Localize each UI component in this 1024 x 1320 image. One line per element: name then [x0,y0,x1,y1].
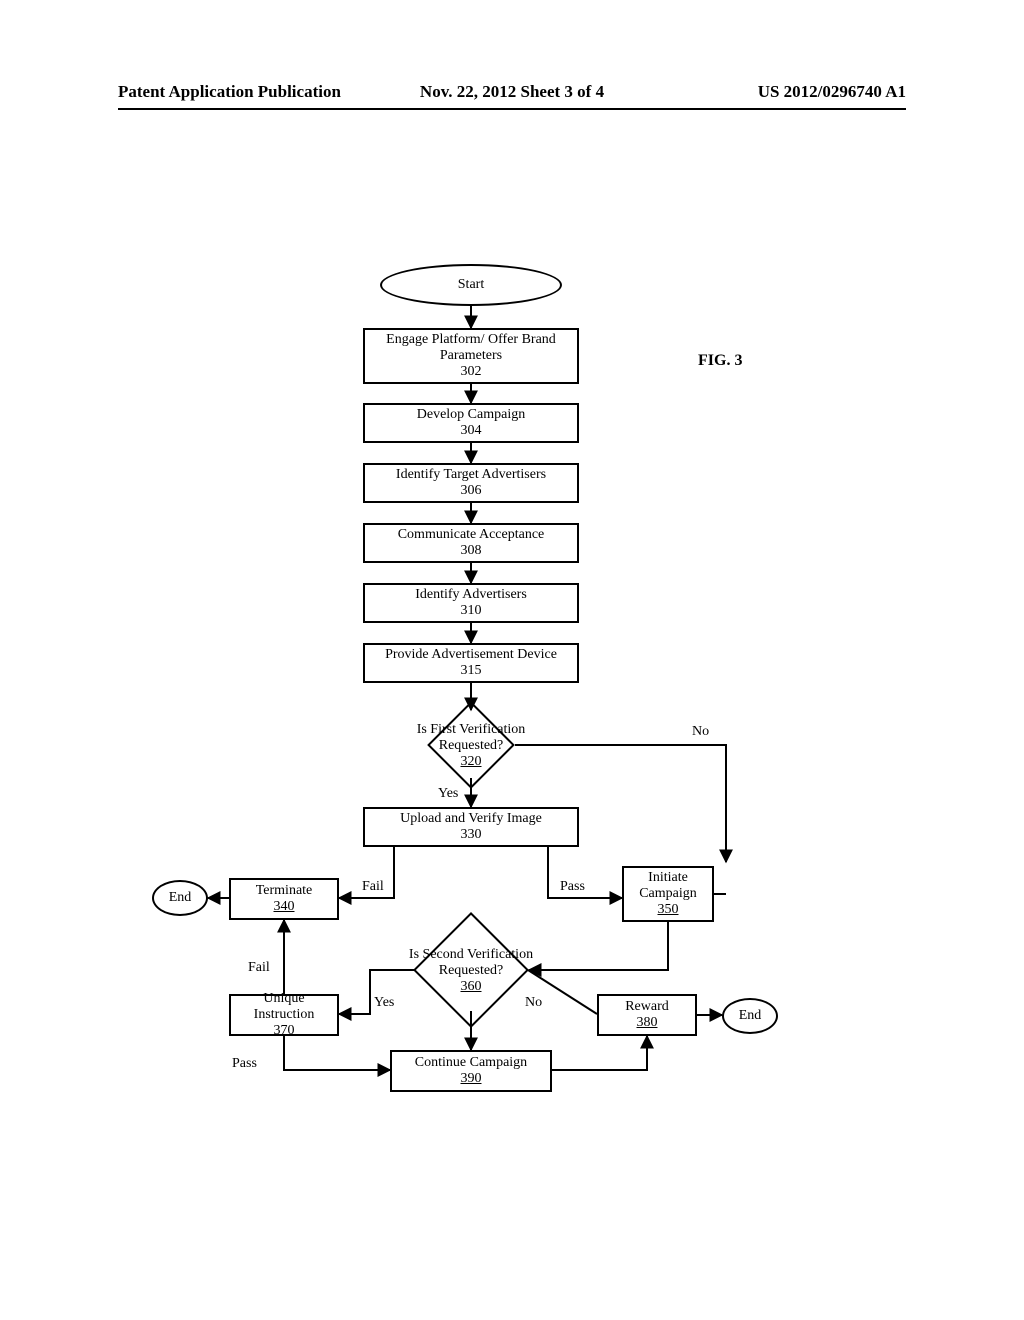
end-right: End [722,998,778,1034]
node-370: Unique Instruction 370 [229,994,339,1036]
node-350-num: 350 [658,902,679,918]
start-terminator: Start [380,264,562,306]
node-315-text: Provide Advertisement Device [385,647,557,663]
decision-360-text-wrap: Is Second Verification Requested? 360 [390,942,552,1000]
node-380-text: Reward [625,999,669,1015]
node-304-num: 304 [461,423,482,439]
decision-360-num: 360 [461,979,482,995]
label-360-yes: Yes [374,995,394,1011]
label-370-pass: Pass [232,1056,257,1072]
label-360-no: No [525,995,542,1011]
header-mid: Nov. 22, 2012 Sheet 3 of 4 [420,82,604,102]
page: Patent Application Publication Nov. 22, … [0,0,1024,1320]
node-330-num: 330 [461,827,482,843]
node-306-num: 306 [461,483,482,499]
end-left: End [152,880,208,916]
label-330-pass: Pass [560,879,585,895]
label-320-yes: Yes [438,786,458,802]
decision-320-num: 320 [461,754,482,770]
node-310-num: 310 [461,603,482,619]
node-308-text: Communicate Acceptance [398,527,545,543]
node-310: Identify Advertisers 310 [363,583,579,623]
node-330: Upload and Verify Image 330 [363,807,579,847]
node-306: Identify Target Advertisers 306 [363,463,579,503]
node-390-num: 390 [461,1071,482,1087]
node-302-text: Engage Platform/ Offer Brand Parameters [369,332,573,364]
header-left: Patent Application Publication [118,82,341,102]
decision-360-text: Is Second Verification Requested? [390,947,552,979]
header-rule [118,108,906,110]
decision-320-text-wrap: Is First Verification Requested? 320 [400,718,542,774]
node-308-num: 308 [461,543,482,559]
start-label: Start [458,277,484,293]
end-left-label: End [169,890,192,906]
node-370-num: 370 [274,1023,295,1039]
label-330-fail: Fail [362,879,384,895]
node-302-num: 302 [461,364,482,380]
node-340-text: Terminate [256,883,313,899]
node-302: Engage Platform/ Offer Brand Parameters … [363,328,579,384]
node-340-num: 340 [274,899,295,915]
node-370-text: Unique Instruction [235,991,333,1023]
node-315: Provide Advertisement Device 315 [363,643,579,683]
node-390: Continue Campaign 390 [390,1050,552,1092]
node-390-text: Continue Campaign [415,1055,527,1071]
node-315-num: 315 [461,663,482,679]
node-330-text: Upload and Verify Image [400,811,542,827]
node-304-text: Develop Campaign [417,407,525,423]
node-350: Initiate Campaign 350 [622,866,714,922]
figure-label: FIG. 3 [698,352,742,370]
node-304: Develop Campaign 304 [363,403,579,443]
decision-320-text: Is First Verification Requested? [400,722,542,754]
header-right: US 2012/0296740 A1 [758,82,906,102]
node-380-num: 380 [637,1015,658,1031]
label-320-no: No [692,724,709,740]
node-310-text: Identify Advertisers [415,587,527,603]
node-340: Terminate 340 [229,878,339,920]
node-308: Communicate Acceptance 308 [363,523,579,563]
node-306-text: Identify Target Advertisers [396,467,546,483]
label-370-fail: Fail [248,960,270,976]
end-right-label: End [739,1008,762,1024]
node-350-text: Initiate Campaign [628,870,708,902]
node-380: Reward 380 [597,994,697,1036]
